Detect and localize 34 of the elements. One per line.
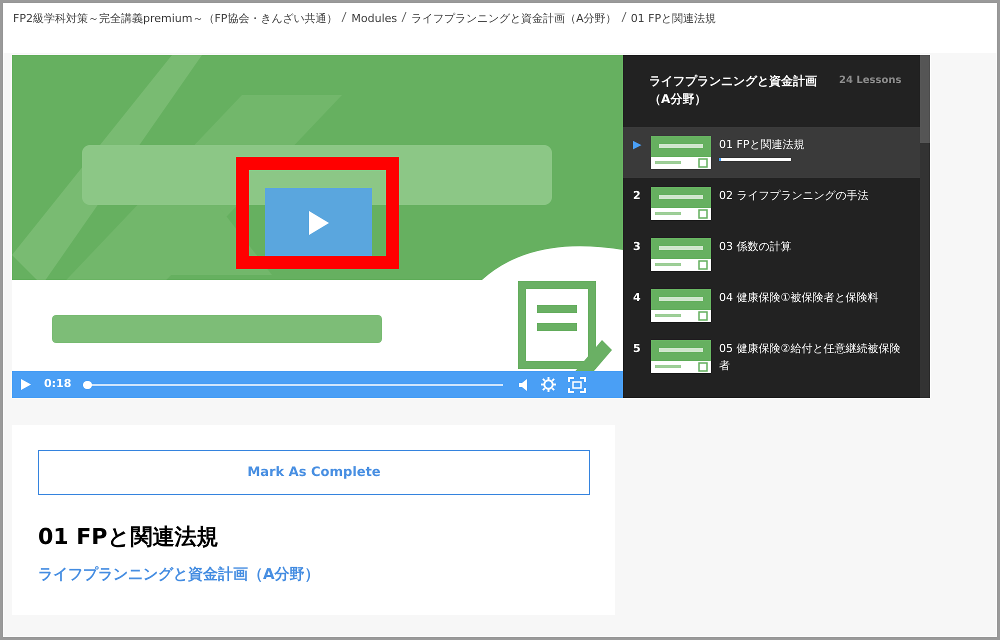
breadcrumb-link[interactable]: FP2級学科対策～完全講義premium～（FP協会・きんざい共通） [13,11,338,28]
lesson-title: 01 FPと関連法規 [38,524,220,552]
play-icon[interactable] [20,378,32,391]
lesson-title: 04 健康保険①被保険者と保険料 [719,290,880,306]
lesson-count: 24 Lessons [839,74,902,88]
separator-icon [341,11,348,23]
lesson-item[interactable]: 5 05 健康保険②給付と任意継続被保険者 [623,331,920,382]
breadcrumb-link[interactable]: ライフプランニングと資金計画（A分野） [411,11,617,28]
breadcrumb-link[interactable]: Modules [351,11,398,28]
play-icon [306,209,330,237]
lesson-title: 01 FPと関連法規 [719,137,806,153]
lesson-number: 2 [633,188,642,204]
lesson-item[interactable]: 2 02 ライフプランニングの手法 [623,178,920,229]
lesson-title: 02 ライフプランニングの手法 [719,188,870,204]
lesson-number: 5 [633,341,642,357]
time-display: 0:18 [44,376,72,392]
playing-indicator: ▶ [633,137,642,153]
module-title: ライフプランニングと資金計画（A分野） [649,73,818,108]
lesson-item[interactable]: 4 04 健康保険①被保険者と保険料 [623,280,920,331]
fullscreen-icon[interactable] [568,376,586,392]
lesson-number: 4 [633,290,642,306]
scrollbar[interactable] [920,55,930,398]
play-button[interactable] [265,188,372,258]
lesson-number: 3 [633,239,642,255]
settings-icon[interactable] [541,377,556,392]
volume-icon[interactable] [519,378,530,390]
lesson-item[interactable]: 3 03 係数の計算 [623,229,920,280]
lesson-item[interactable]: ▶ 01 FPと関連法規 [623,127,920,178]
lesson-title: 03 係数の計算 [719,239,792,255]
lesson-title: 05 健康保険②給付と任意継続被保険者 [719,341,902,374]
separator-icon [620,11,627,23]
progress-bar [719,158,791,161]
separator-icon [401,11,408,23]
current-page-label: 01 FPと関連法規 [630,11,716,27]
